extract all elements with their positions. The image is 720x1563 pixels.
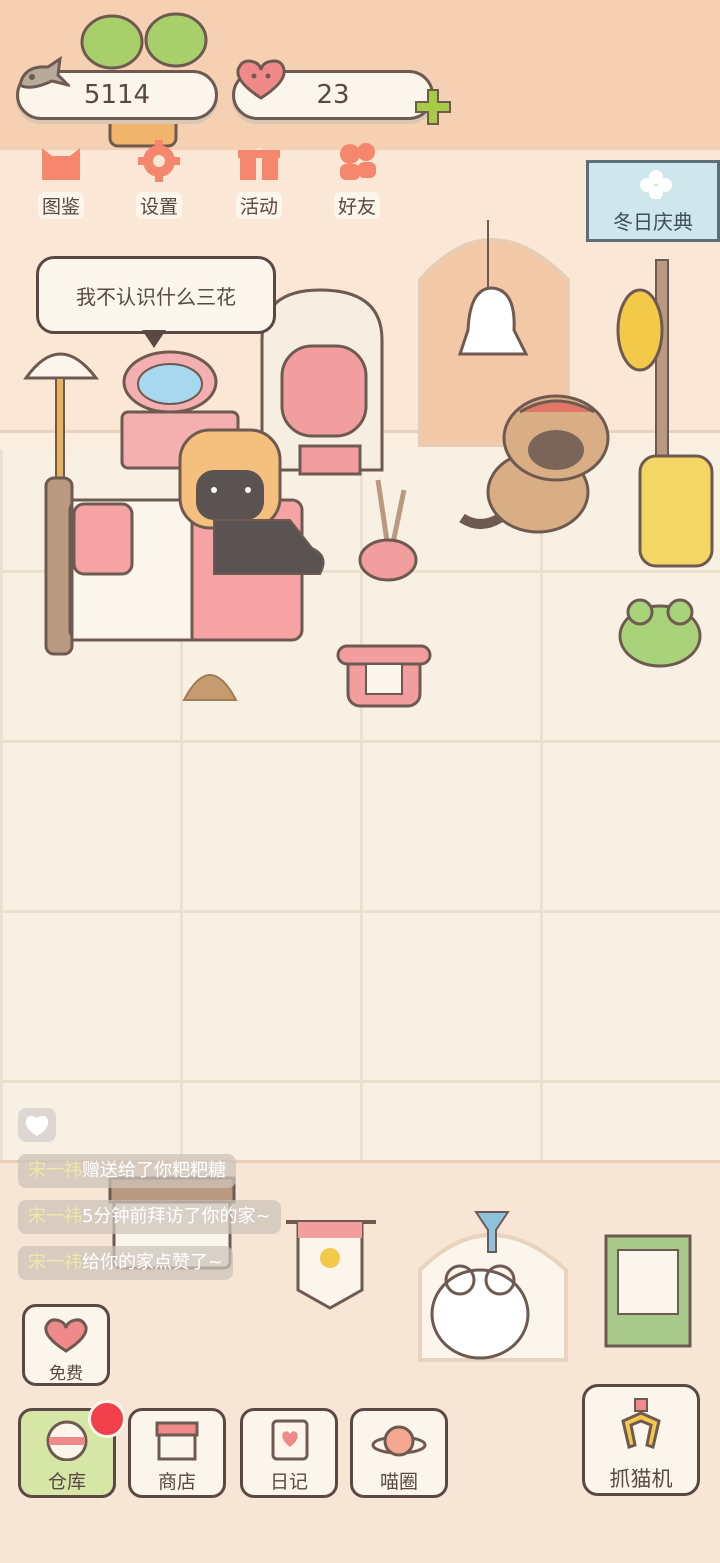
cat-book-icon <box>42 148 80 180</box>
chat-text: 5分钟前拜访了你的家~ <box>82 1206 271 1227</box>
chat-message: 宋一祎赠送给了你粑粑糖 <box>18 1154 236 1188</box>
nav-label: 商店 <box>157 1471 196 1493</box>
heart-outline-icon <box>25 1115 49 1136</box>
nav-cat-circle[interactable]: 喵圈 <box>350 1408 448 1498</box>
free-hearts-button[interactable]: 免费 <box>22 1304 110 1386</box>
framed-picture <box>604 1234 692 1348</box>
menu-label: 图鉴 <box>37 192 84 219</box>
fish-icon <box>18 55 70 89</box>
floor-lamp <box>23 352 100 479</box>
gear-icon <box>138 140 180 182</box>
frog-toy[interactable] <box>618 598 702 668</box>
nav-label: 仓库 <box>47 1471 86 1493</box>
snowflake-flower-icon <box>640 170 672 199</box>
chat-toggle-button[interactable] <box>18 1108 56 1142</box>
plus-icon <box>415 89 451 125</box>
nav-label: 喵圈 <box>379 1471 418 1493</box>
heart-count: 23 <box>316 80 350 110</box>
gift-icon <box>238 148 280 180</box>
heart-icon <box>44 1318 88 1353</box>
coat-stand <box>655 259 669 461</box>
menu-events[interactable]: 活动 <box>218 140 300 220</box>
menu-label: 活动 <box>235 192 282 219</box>
claw-icon <box>621 1398 661 1449</box>
add-hearts-button[interactable] <box>414 88 452 126</box>
speech-text: 我不认识什么三花 <box>76 284 236 309</box>
friends-icon <box>340 143 376 180</box>
menu-cat-book[interactable]: 图鉴 <box>20 140 102 220</box>
chat-text: 赠送给了你粑粑糖 <box>82 1160 226 1181</box>
menu-settings[interactable]: 设置 <box>118 140 200 220</box>
menu-label: 设置 <box>135 192 182 219</box>
poop <box>182 674 238 701</box>
fish-count: 5114 <box>83 80 151 110</box>
chat-sender: 宋一祎 <box>28 1206 82 1227</box>
nav-diary[interactable]: 日记 <box>240 1408 338 1498</box>
cat-speech-bubble: 我不认识什么三花 <box>36 256 276 334</box>
chat-sender: 宋一祎 <box>28 1252 82 1273</box>
heart-icon <box>236 59 286 100</box>
chat-message: 宋一祎5分钟前拜访了你的家~ <box>18 1200 281 1234</box>
banner-label: 冬日庆典 <box>613 210 693 234</box>
paw-pennant <box>286 1220 376 1310</box>
chat-message: 宋一祎给你的家点赞了~ <box>18 1246 234 1280</box>
nav-label: 日记 <box>269 1471 308 1493</box>
claw-label: 抓猫机 <box>609 1467 673 1491</box>
diary-icon <box>271 1419 309 1461</box>
chat-text: 给你的家点赞了~ <box>82 1252 224 1273</box>
speech-bubble-tail <box>142 330 166 348</box>
winter-festival-banner[interactable]: 冬日庆典 <box>586 160 720 242</box>
claw-machine-button[interactable]: 抓猫机 <box>582 1384 700 1496</box>
free-label: 免费 <box>49 1364 83 1384</box>
chat-sender: 宋一祎 <box>28 1160 82 1181</box>
menu-label: 好友 <box>333 192 380 219</box>
menu-friends[interactable]: 好友 <box>316 140 398 220</box>
telephone[interactable] <box>336 644 432 708</box>
vase-with-sticks <box>358 479 418 582</box>
notification-badge <box>88 1400 126 1438</box>
warehouse-icon <box>46 1420 88 1462</box>
shop-icon <box>155 1421 199 1461</box>
planet-cat-icon <box>371 1425 427 1457</box>
nav-shop[interactable]: 商店 <box>128 1408 226 1498</box>
